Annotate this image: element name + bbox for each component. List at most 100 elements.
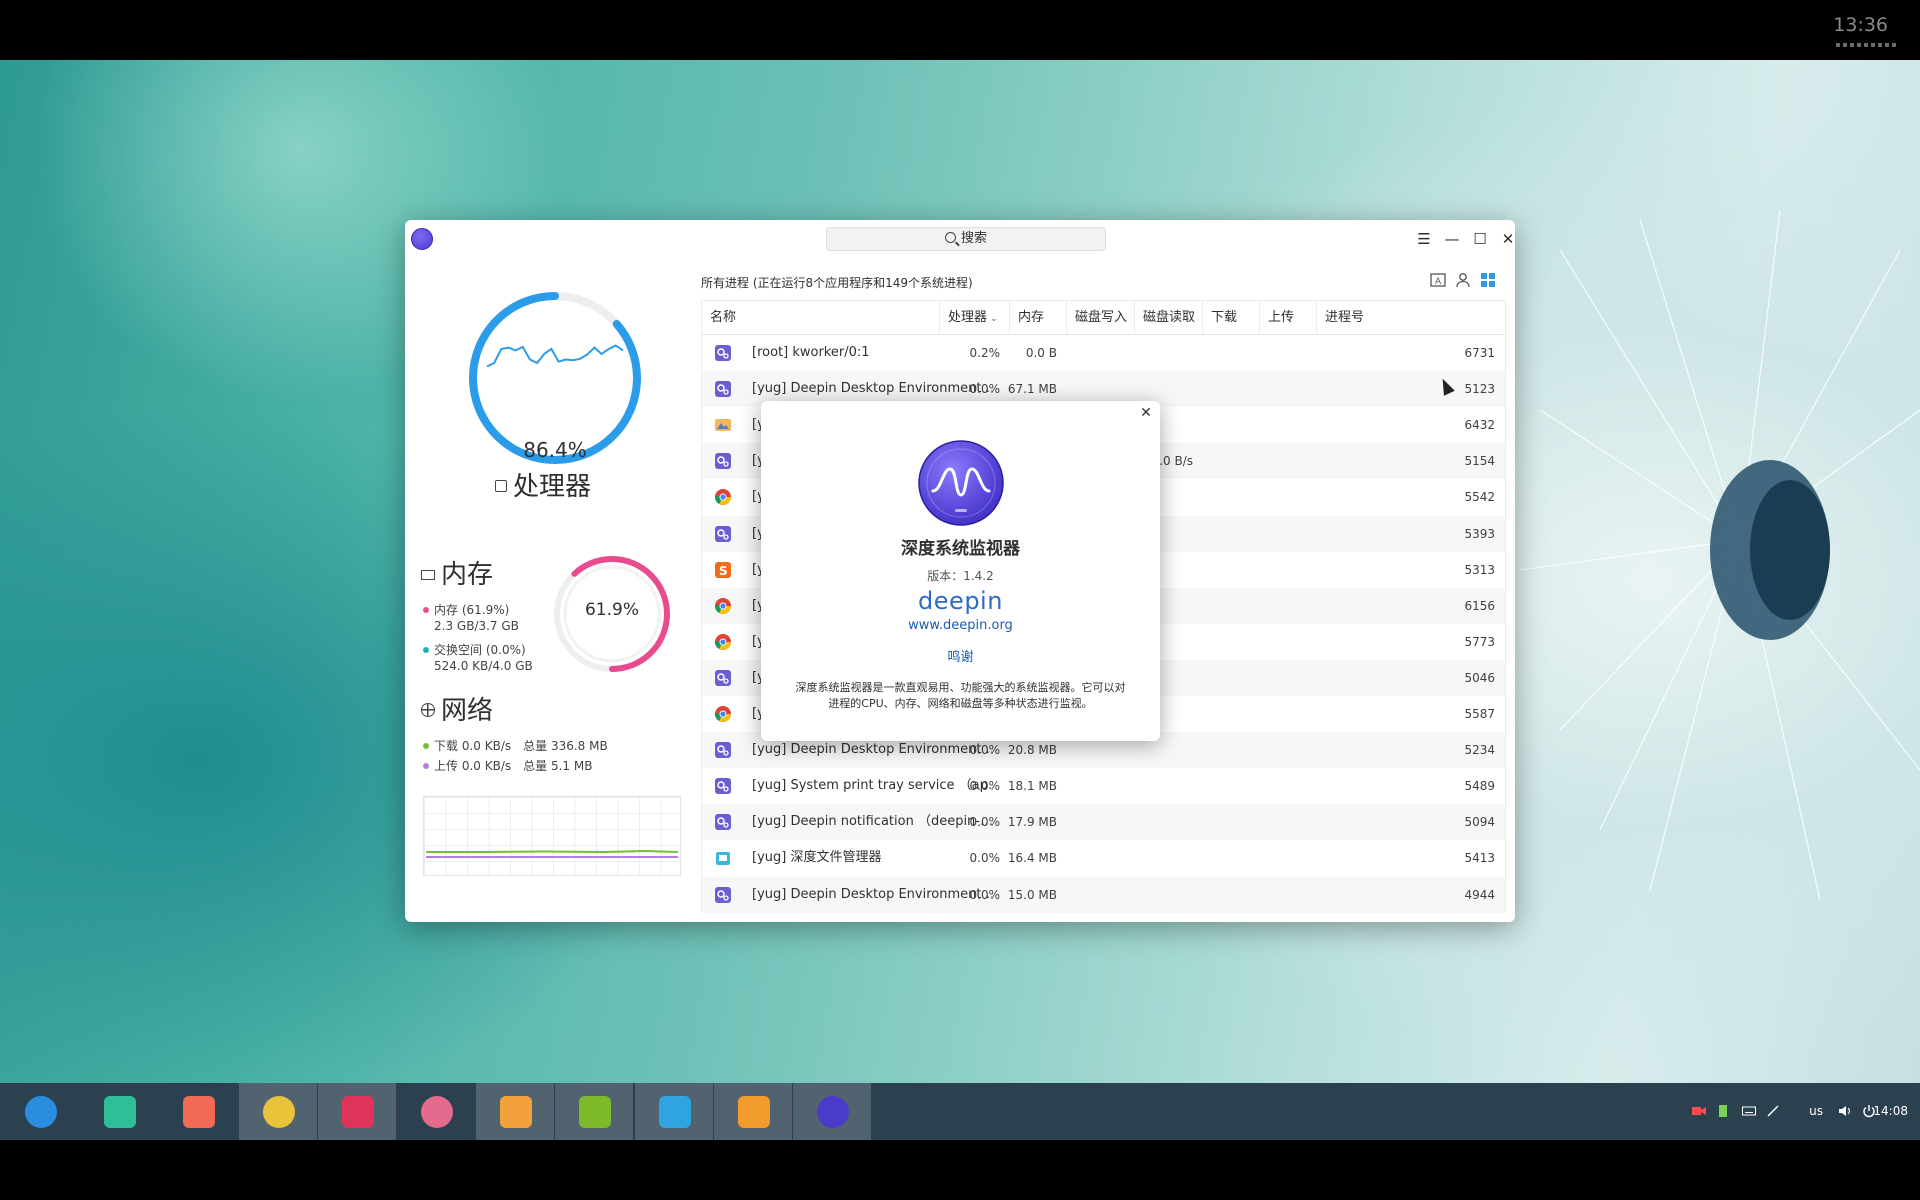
- all-view-icon[interactable]: [1480, 272, 1496, 288]
- process-pid: 6156: [1464, 598, 1495, 613]
- chrome-icon: [262, 1096, 295, 1128]
- col-pid[interactable]: 进程号: [1317, 301, 1505, 335]
- top-clock: 13:36: [1833, 14, 1888, 36]
- taskbar-item[interactable]: [317, 1083, 396, 1140]
- system-monitor-icon: [817, 1096, 849, 1128]
- file-vault-icon: [658, 1096, 691, 1128]
- memory-label: 内存 (61.9%): [434, 603, 510, 617]
- table-row[interactable]: [yug] System print tray service （ap… 0.0%…: [702, 768, 1505, 804]
- process-pid: 5046: [1464, 670, 1495, 685]
- col-upload[interactable]: 上传: [1260, 301, 1317, 335]
- chrome-icon: [715, 706, 731, 722]
- taskbar-item[interactable]: [793, 1083, 871, 1140]
- col-disk-read[interactable]: 磁盘读取: [1135, 301, 1203, 335]
- upload-rate: 上传 0.0 KB/s: [434, 759, 512, 773]
- table-header: 名称 处理器 ⌄ 内存 磁盘写入 磁盘读取 下载 上传 进程号: [702, 301, 1505, 335]
- about-website-link[interactable]: www.deepin.org: [761, 618, 1160, 633]
- user-view-icon[interactable]: [1455, 272, 1471, 288]
- memory-percent: 61.9%: [584, 600, 639, 620]
- taskbar-item[interactable]: [713, 1083, 792, 1140]
- top-bar: 13:36: [0, 0, 1920, 60]
- swap-label: 交换空间 (0.0%): [434, 643, 526, 657]
- taskbar-item[interactable]: [1, 1083, 79, 1140]
- gear-process-icon: [715, 814, 731, 831]
- process-cpu: 0.0%: [969, 887, 1001, 902]
- sogou-input-icon: S: [715, 561, 731, 578]
- taskbar-clock[interactable]: 14:08: [1873, 1083, 1908, 1140]
- upload-dot: [423, 763, 429, 769]
- settings-icon: [421, 1096, 453, 1128]
- bottom-black-bar: [0, 1140, 1920, 1200]
- network-header: 网络: [421, 690, 493, 727]
- keyboard-layout-indicator[interactable]: us: [1809, 1083, 1823, 1140]
- about-close-button[interactable]: ✕: [1136, 403, 1156, 423]
- memory-header: 内存: [421, 554, 493, 591]
- memory-icon: [421, 570, 435, 580]
- taskbar-item[interactable]: [634, 1083, 713, 1140]
- screen-recorder-icon: [183, 1096, 216, 1128]
- col-name[interactable]: 名称: [702, 301, 940, 335]
- taskbar-item[interactable]: [397, 1083, 475, 1140]
- about-dialog: ✕ 深度系统监视器 版本：1.4.2 deepin www.deepin.org…: [761, 401, 1160, 741]
- process-pid: 4944: [1464, 887, 1495, 902]
- search-icon: [944, 232, 956, 243]
- process-memory: 17.9 MB: [1007, 815, 1057, 830]
- screen-record-icon[interactable]: [1692, 1104, 1706, 1118]
- process-memory: 16.4 MB: [1007, 851, 1057, 866]
- col-memory[interactable]: 内存: [1010, 301, 1067, 335]
- menu-button[interactable]: ☰: [1411, 225, 1437, 253]
- process-pid: 6731: [1464, 346, 1495, 360]
- gear-process-icon: [715, 381, 731, 398]
- launcher-icon: [25, 1096, 57, 1128]
- table-row[interactable]: [yug] 深度文件管理器 0.0% 16.4 MB 5413: [702, 840, 1505, 876]
- close-button[interactable]: ✕: [1495, 225, 1515, 253]
- deepin-logo: deepin: [918, 587, 1003, 615]
- download-line: [426, 849, 679, 854]
- process-pid: 5489: [1464, 779, 1495, 794]
- gear-process-icon: [715, 778, 731, 795]
- memory-dot: [423, 607, 429, 613]
- table-row[interactable]: [root] kworker/0:1 0.2% 0.0 B 6731: [702, 335, 1505, 371]
- app-logo-icon[interactable]: [411, 228, 433, 250]
- image-viewer-icon: [500, 1096, 533, 1128]
- col-download[interactable]: 下载: [1203, 301, 1260, 335]
- cpu-trend-line: [486, 344, 624, 368]
- col-cpu[interactable]: 处理器 ⌄: [940, 301, 1010, 335]
- search-input[interactable]: 搜索: [826, 227, 1106, 251]
- top-workspace-dots: [1836, 43, 1896, 47]
- minimize-button[interactable]: —: [1439, 225, 1465, 253]
- taskbar-item[interactable]: [238, 1083, 317, 1140]
- gear-process-icon: [715, 886, 731, 903]
- battery-icon[interactable]: [1716, 1104, 1730, 1118]
- desktop-screen: 13:36 搜索 ☰ — ☐ ✕ 86.4% 处理器 内存 内存 (61.9%)…: [0, 0, 1920, 1200]
- process-cpu: 0.0%: [969, 779, 1001, 794]
- download-total: 总量 336.8 MB: [523, 739, 608, 753]
- maximize-button[interactable]: ☐: [1467, 225, 1493, 253]
- app-view-icon[interactable]: A: [1430, 272, 1446, 288]
- table-row[interactable]: [yug] Deepin notification （deepin-… 0.0% 1…: [702, 804, 1505, 841]
- taskbar-item[interactable]: [555, 1083, 634, 1140]
- process-pid: 5542: [1464, 490, 1495, 505]
- download-dot: [423, 743, 429, 749]
- col-disk-write[interactable]: 磁盘写入: [1067, 301, 1135, 335]
- keyboard-icon[interactable]: [1742, 1104, 1756, 1118]
- volume-icon[interactable]: [1838, 1104, 1852, 1118]
- acknowledgements-link[interactable]: 鸣谢: [761, 646, 1160, 665]
- gear-process-icon: [715, 742, 731, 759]
- about-description: 深度系统监视器是一款直观易用、功能强大的系统监视器。它可以对进程的CPU、内存、…: [795, 681, 1126, 710]
- col-cpu-label: 处理器: [948, 310, 988, 325]
- taskbar-item[interactable]: [159, 1083, 237, 1140]
- pen-icon[interactable]: [1766, 1104, 1780, 1118]
- swap-value: 524.0 KB/4.0 GB: [434, 659, 533, 673]
- music-icon: [579, 1096, 612, 1128]
- process-pid: 5154: [1464, 454, 1495, 469]
- taskbar-item[interactable]: [476, 1083, 555, 1140]
- process-cpu: 0.0%: [969, 851, 1001, 866]
- chrome-icon: [715, 597, 731, 614]
- taskbar-item[interactable]: [80, 1083, 158, 1140]
- gear-process-icon: [715, 525, 731, 542]
- process-pid: 5393: [1464, 526, 1495, 541]
- table-row[interactable]: [yug] Deepin Desktop Environment … 0.0% 15…: [702, 876, 1505, 913]
- process-pid: 5587: [1464, 707, 1495, 721]
- about-app-name: 深度系统监视器: [901, 539, 1020, 559]
